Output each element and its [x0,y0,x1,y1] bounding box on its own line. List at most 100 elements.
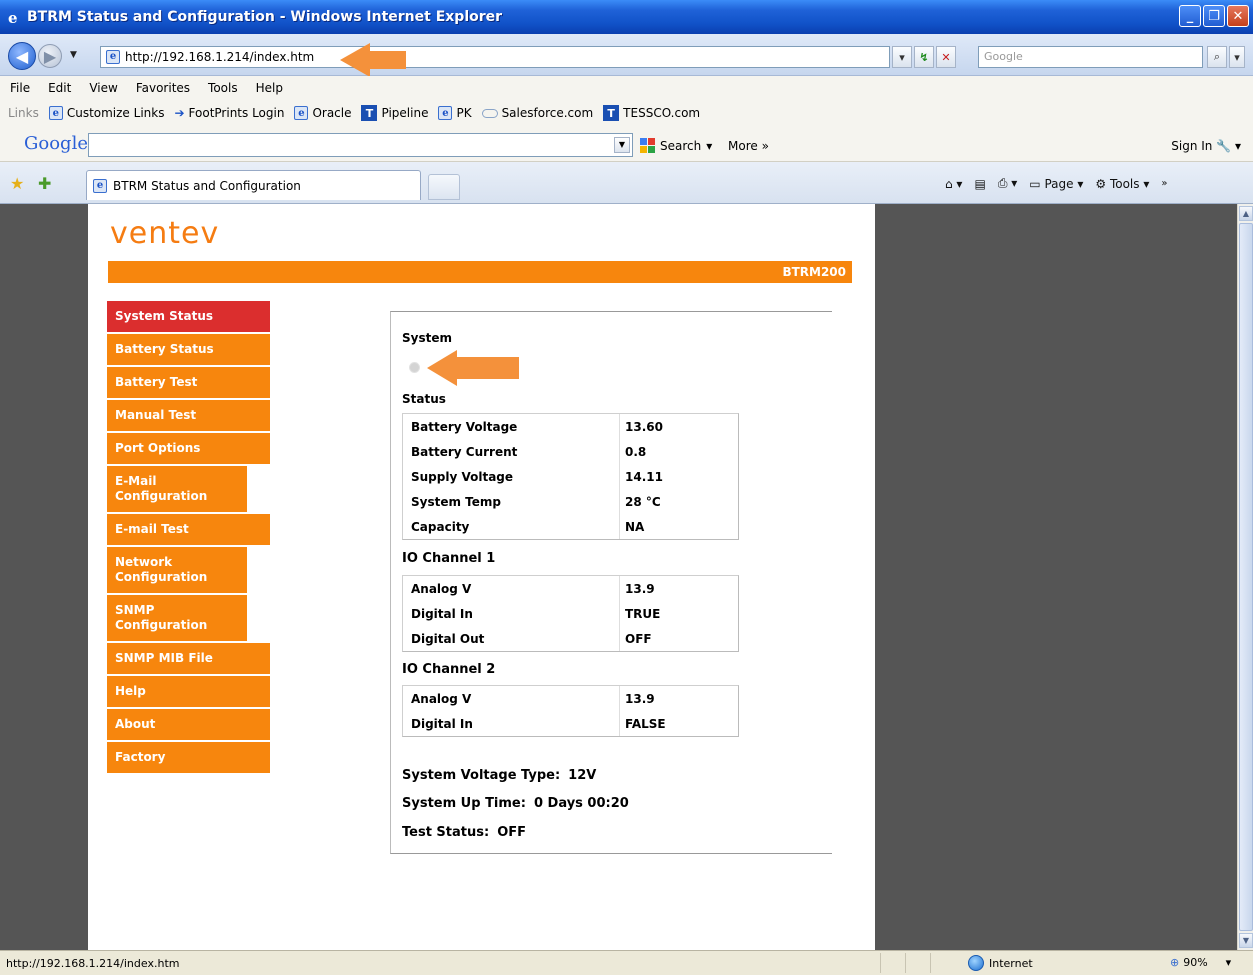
status-bar: http://192.168.1.214/index.htm Internet … [0,950,1253,975]
close-icon[interactable]: ✕ [1227,5,1249,27]
link-tessco[interactable]: T TESSCO.com [603,105,700,121]
nav-battery-test[interactable]: Battery Test [107,367,270,400]
forward-button[interactable]: ▶ [38,44,62,68]
page-icon: ▭ [1029,176,1041,191]
io-channel-1-heading: IO Channel 1 [402,551,496,566]
menu-view[interactable]: View [89,81,117,95]
status-table: Battery Voltage 13.60 Battery Current 0.8 … [402,413,739,540]
nav-network-configuration[interactable]: Network Configuration [107,547,247,595]
table-row: Capacity NA [411,519,645,534]
menu-edit[interactable]: Edit [48,81,71,95]
nav-snmp-configuration[interactable]: SNMP Configuration [107,595,247,643]
minimize-icon[interactable]: _ [1179,5,1201,27]
command-bar: ⌂ ▾ ▤ ⎙ ▾ ▭ Page ▾ ⚙ Tools ▾ » [945,176,1167,191]
table-row: Analog V 13.9 [411,691,655,706]
search-options-icon[interactable]: ▾ [1229,46,1245,68]
nav-email-test[interactable]: E-mail Test [107,514,270,547]
link-oracle[interactable]: e Oracle [294,106,351,120]
tab-btrm[interactable]: e BTRM Status and Configuration [86,170,421,200]
nav-help[interactable]: Help [107,676,270,709]
link-pipeline[interactable]: T Pipeline [361,105,428,121]
stop-icon[interactable]: ✕ [936,46,956,68]
link-salesforce[interactable]: Salesforce.com [481,106,593,120]
nav-about[interactable]: About [107,709,270,742]
system-up-time: System Up Time: 0 Days 00:20 [402,796,629,811]
back-button[interactable]: ◀ [8,42,36,70]
ie-page-icon: e [294,106,309,120]
feeds-icon[interactable]: ▤ [974,177,985,191]
google-search-input[interactable]: ▼ [88,133,633,157]
chevron-more-icon[interactable]: » [1161,178,1167,189]
globe-icon [968,955,984,971]
side-navigation: System Status Battery Status Battery Tes… [107,301,270,775]
menu-tools[interactable]: Tools [208,81,238,95]
page-menu[interactable]: ▭ Page ▾ [1029,177,1083,191]
favorites-star-icon[interactable]: ★ [10,174,24,193]
google-squares-icon [640,138,655,153]
tessco-icon: T [361,105,378,121]
address-dropdown-icon[interactable]: ▾ [892,46,912,68]
add-favorites-icon[interactable]: ✚ [38,174,51,193]
google-toolbar: Google ▼ Search ▾ More » Sign In 🔧 ▾ [0,126,1253,162]
link-footprints[interactable]: ➔ FootPrints Login [174,106,284,120]
menu-favorites[interactable]: Favorites [136,81,190,95]
menu-bar: File Edit View Favorites Tools Help [0,76,1253,100]
ie-page-icon: e [93,178,107,193]
table-row: Battery Current 0.8 [411,444,647,459]
search-go-icon[interactable]: ⌕ [1207,46,1227,68]
annotation-arrow-led-body [455,357,519,379]
table-row: Battery Voltage 13.60 [411,419,663,434]
io-channel-2-heading: IO Channel 2 [402,662,496,677]
io-channel-2-table: Analog V 13.9 Digital In FALSE [402,685,739,737]
nav-factory[interactable]: Factory [107,742,270,775]
arrow-link-icon: ➔ [174,106,185,120]
search-input[interactable]: Google [978,46,1203,68]
scroll-thumb[interactable] [1239,223,1253,931]
google-sign-in[interactable]: Sign In 🔧 ▾ [1171,139,1241,153]
google-search-button[interactable]: Search ▾ [640,138,712,153]
menu-help[interactable]: Help [256,81,283,95]
nav-email-configuration[interactable]: E-Mail Configuration [107,466,247,514]
window-titlebar: e BTRM Status and Configuration - Window… [0,0,1253,34]
security-zone: Internet [968,955,1033,971]
restore-icon[interactable]: ❐ [1203,5,1225,27]
nav-port-options[interactable]: Port Options [107,433,270,466]
nav-manual-test[interactable]: Manual Test [107,400,270,433]
vertical-scrollbar[interactable]: ▲ ▼ [1237,204,1253,950]
refresh-icon[interactable]: ↯ [914,46,934,68]
nav-snmp-mib-file[interactable]: SNMP MIB File [107,643,270,676]
web-page: ventev BTRM200 System Status Battery Sta… [88,204,875,950]
scroll-up-icon[interactable]: ▲ [1239,206,1253,221]
table-row: Digital In FALSE [411,716,666,731]
status-panel: System Status Battery Voltage 13.60 Batte… [390,311,832,854]
table-row: Supply Voltage 14.11 [411,469,663,484]
ventev-logo: ventev [110,216,220,251]
google-dropdown-icon[interactable]: ▼ [614,137,630,153]
status-url: http://192.168.1.214/index.htm [6,956,180,970]
system-heading: System [402,331,452,345]
google-more-button[interactable]: More » [728,139,769,153]
link-customize[interactable]: e Customize Links [48,106,164,120]
window-controls: _ ❐ ✕ [1179,5,1249,27]
tools-menu[interactable]: ⚙ Tools ▾ [1095,177,1149,191]
url-input[interactable]: e http://192.168.1.214/index.htm [100,46,890,68]
nav-battery-status[interactable]: Battery Status [107,334,270,367]
gear-icon: ⚙ [1095,176,1107,191]
model-banner: BTRM200 [108,261,852,283]
link-pk[interactable]: e PK [438,106,472,120]
nav-system-status[interactable]: System Status [107,301,270,334]
zoom-level[interactable]: ⊕ 90% ▾ [1170,956,1231,969]
menu-file[interactable]: File [10,81,30,95]
home-icon[interactable]: ⌂ ▾ [945,177,962,191]
print-icon[interactable]: ⎙ ▾ [998,176,1017,191]
new-tab-button[interactable] [428,174,460,200]
ie-logo-icon: e [8,9,18,25]
system-status-led-icon [409,362,420,373]
history-dropdown-icon[interactable]: ▼ [70,50,77,60]
table-row: System Temp 28 °C [411,494,661,509]
tab-title: BTRM Status and Configuration [113,178,301,193]
scroll-down-icon[interactable]: ▼ [1239,933,1253,948]
links-bar: Links e Customize Links ➔ FootPrints Login… [0,100,1253,126]
ie-page-icon: e [48,106,63,120]
system-voltage-type: System Voltage Type: 12V [402,768,597,783]
